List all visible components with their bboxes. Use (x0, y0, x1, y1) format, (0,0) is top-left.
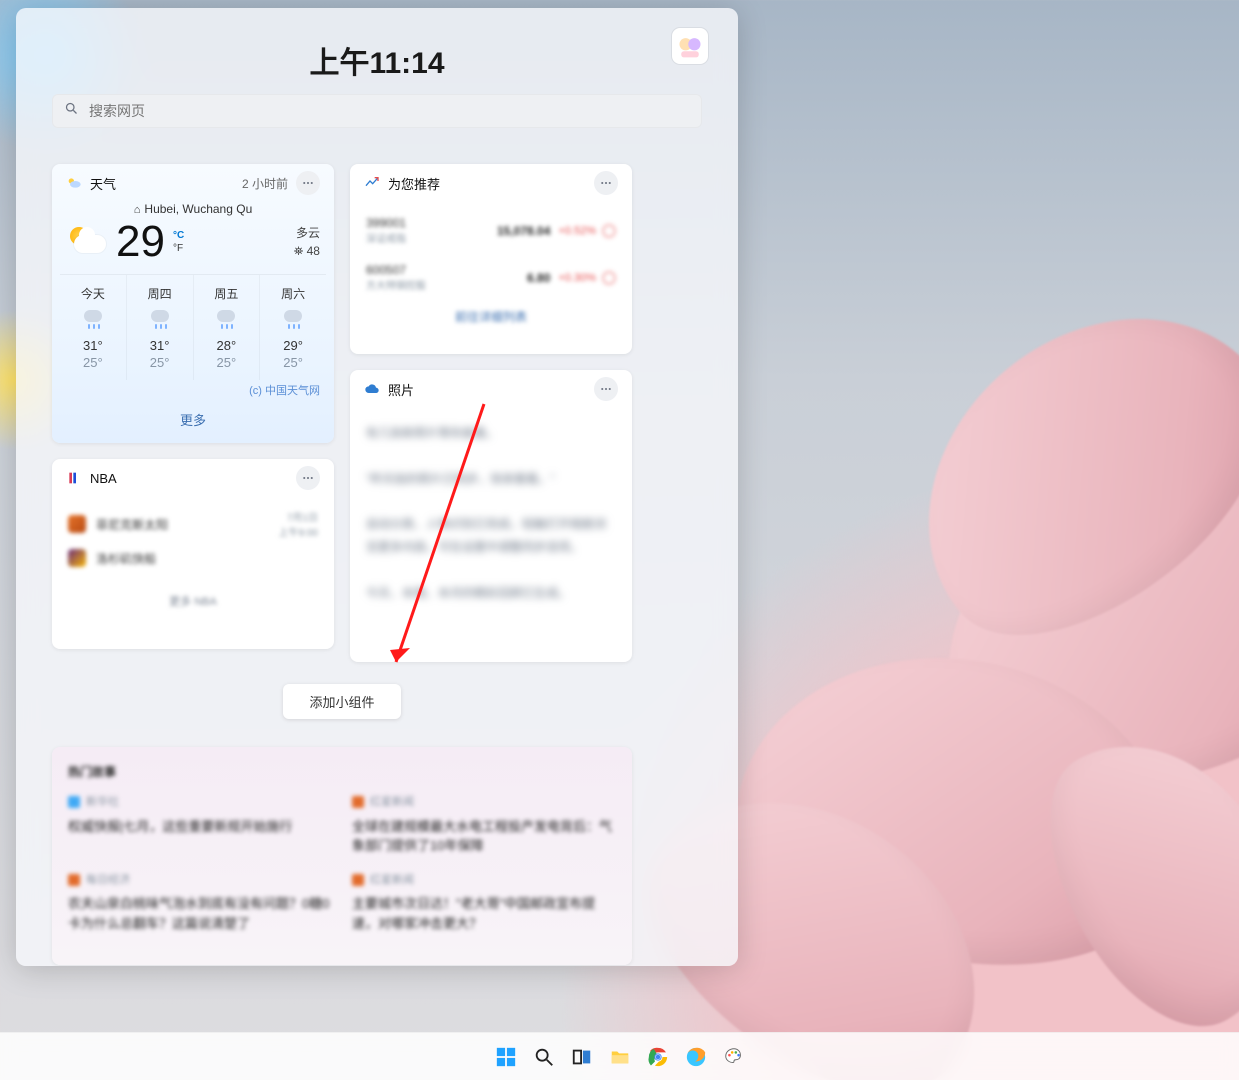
news-item[interactable]: 红星新闻 全球在建规模最大水电工程投产发电背后：气象部门提供了10年保障 (352, 794, 616, 856)
unit-c[interactable]: °C (173, 230, 184, 241)
current-temp: 29 (116, 220, 165, 264)
taskbar (0, 1032, 1239, 1080)
forecast-day[interactable]: 今天31°25° (60, 275, 127, 380)
nba-team-row: 洛杉矶快船 (68, 549, 318, 567)
add-widget-button[interactable]: 添加小组件 (283, 684, 400, 719)
taskbar-search-icon[interactable] (530, 1043, 558, 1071)
unit-f[interactable]: °F (173, 243, 184, 254)
search-box[interactable] (52, 94, 702, 128)
cloud-icon (364, 381, 380, 397)
weather-more-menu[interactable] (296, 171, 320, 195)
weather-title: 天气 (90, 174, 116, 193)
current-weather-icon (66, 221, 108, 263)
nba-icon (66, 470, 82, 486)
news-section-title: 热门故事 (68, 763, 616, 780)
news-section: 热门故事 新华社 权威快报|七月，这些重要新规开始施行 红星新闻 全球在建规模最… (52, 747, 632, 965)
stocks-title: 为您推荐 (388, 174, 440, 193)
weather-widget[interactable]: 天气 2 小时前 ⌂Hubei, Wuchang Qu 29 °C °F 多云 ⛯… (52, 164, 334, 443)
stock-row[interactable]: 399001深证成指 15,078.04 +0.52% (350, 212, 632, 249)
nba-title: NBA (90, 471, 117, 486)
nba-team-row: 菲尼克斯太阳 7月1日上午9:00 (68, 509, 318, 539)
file-explorer-icon[interactable] (606, 1043, 634, 1071)
search-input[interactable] (89, 103, 690, 119)
weather-location: ⌂Hubei, Wuchang Qu (52, 202, 334, 216)
start-button[interactable] (492, 1043, 520, 1071)
photos-title: 照片 (388, 380, 414, 399)
weather-condition: 多云 ⛯ 48 (294, 224, 320, 260)
stocks-widget[interactable]: 为您推荐 399001深证成指 15,078.04 +0.52% 600507方… (350, 164, 632, 354)
user-avatar[interactable] (672, 28, 708, 64)
stocks-more-menu[interactable] (594, 171, 618, 195)
weather-updated: 2 小时前 (242, 175, 288, 192)
task-view-icon[interactable] (568, 1043, 596, 1071)
nba-more-menu[interactable] (296, 466, 320, 490)
stocks-details-link[interactable]: 前往详细列表 (350, 296, 632, 337)
stock-row[interactable]: 600507方大特钢控股 6.80 +0.30% (350, 259, 632, 296)
forecast-day[interactable]: 周五28°25° (194, 275, 261, 380)
photos-more-menu[interactable] (594, 377, 618, 401)
browser-icon[interactable] (682, 1043, 710, 1071)
forecast-day[interactable]: 周六29°25° (260, 275, 326, 380)
news-item[interactable]: 每日经济 农夫山泉白桃味气泡水到底有没有问题？0糖0卡为什么总翻车？这篇说清楚了 (68, 872, 332, 934)
news-item[interactable]: 新华社 权威快报|七月，这些重要新规开始施行 (68, 794, 332, 856)
chrome-icon[interactable] (644, 1043, 672, 1071)
clock: 上午11:14 (309, 38, 444, 82)
paint-icon[interactable] (720, 1043, 748, 1071)
widgets-panel: 上午11:14 天气 2 小时前 ⌂Hu (16, 8, 738, 966)
weather-attribution: (c) 中国天气网 (52, 380, 334, 400)
news-item[interactable]: 红星新闻 主要城市次日达！"老大哥"中国邮政宣布提速，对哪家冲击更大？ (352, 872, 616, 934)
photos-body: 有几张新照片等你查看。 "昨天拍的照片已同步，快来看看。" 自动分类、人物识别已… (350, 408, 632, 618)
weather-more-link[interactable]: 更多 (52, 400, 334, 443)
photos-widget[interactable]: 照片 有几张新照片等你查看。 "昨天拍的照片已同步，快来看看。" 自动分类、人物… (350, 370, 632, 662)
search-icon (64, 101, 79, 121)
nba-more-link[interactable]: 更多 NBA (68, 593, 318, 609)
nba-widget[interactable]: NBA 菲尼克斯太阳 7月1日上午9:00 洛杉矶快船 更多 NBA (52, 459, 334, 649)
weather-icon (66, 175, 82, 191)
stocks-icon (364, 175, 380, 191)
forecast-row: 今天31°25° 周四31°25° 周五28°25° 周六29°25° (60, 274, 326, 380)
forecast-day[interactable]: 周四31°25° (127, 275, 194, 380)
